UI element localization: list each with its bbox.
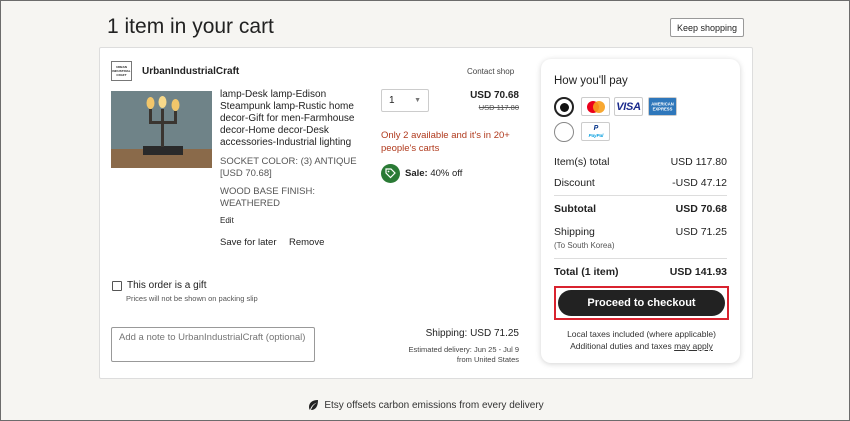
tax-note: Local taxes included (where applicable) … bbox=[542, 328, 741, 352]
shipping-label: Shipping bbox=[554, 226, 595, 238]
save-for-later-link[interactable]: Save for later bbox=[220, 237, 277, 248]
summary-divider bbox=[554, 195, 727, 196]
amex-line2: EXPRESS bbox=[653, 107, 673, 112]
carbon-note: Etsy offsets carbon emissions from every… bbox=[1, 399, 850, 411]
sale-value: 40% off bbox=[430, 168, 463, 179]
proceed-to-checkout-button[interactable]: Proceed to checkout bbox=[558, 290, 725, 316]
tax-line-2: Additional duties and taxes may apply bbox=[542, 340, 741, 352]
amex-icon: AMERICAN EXPRESS bbox=[648, 97, 677, 116]
gift-label[interactable]: This order is a gift bbox=[127, 280, 206, 291]
discount-row: Discount -USD 47.12 bbox=[554, 177, 727, 189]
note-to-seller-input[interactable] bbox=[111, 327, 315, 362]
total-label: Total (1 item) bbox=[554, 266, 619, 278]
mastercard-glyph bbox=[586, 100, 605, 113]
quantity-select[interactable]: 1 ▼ bbox=[381, 89, 429, 112]
sale-info: Sale: 40% off bbox=[405, 168, 462, 179]
item-price: USD 70.68 bbox=[470, 90, 519, 101]
paypal-payment-radio[interactable] bbox=[554, 122, 574, 142]
item-shipping-cost: Shipping: USD 71.25 bbox=[425, 328, 519, 339]
contact-shop-link[interactable]: Contact shop bbox=[467, 67, 514, 76]
tax-line-2-prefix: Additional duties and taxes bbox=[570, 341, 672, 351]
paypal-p: P bbox=[593, 125, 598, 132]
leaf-icon bbox=[309, 400, 319, 410]
summary-divider bbox=[554, 258, 727, 259]
tax-line-1: Local taxes included (where applicable) bbox=[567, 329, 716, 339]
shipping-destination: (To South Korea) bbox=[554, 241, 615, 250]
card-payment-radio[interactable] bbox=[554, 97, 574, 117]
radio-dot bbox=[559, 102, 569, 112]
edit-variant-link[interactable]: Edit bbox=[220, 216, 234, 225]
subtotal-label: Subtotal bbox=[554, 203, 596, 215]
item-original-price: USD 117.80 bbox=[478, 103, 519, 112]
remove-item-link[interactable]: Remove bbox=[289, 237, 324, 248]
amex-glyph: AMERICAN EXPRESS bbox=[649, 98, 676, 115]
paypal-glyph: P PayPal bbox=[588, 125, 604, 138]
tag-glyph bbox=[385, 168, 396, 179]
paypal-icon: P PayPal bbox=[581, 122, 610, 141]
subtotal-row: Subtotal USD 70.68 bbox=[554, 203, 727, 215]
payment-title: How you'll pay bbox=[554, 75, 628, 87]
discount-label: Discount bbox=[554, 177, 595, 189]
item-title[interactable]: lamp-Desk lamp-Edison Steampunk lamp-Rus… bbox=[220, 89, 366, 149]
sale-label: Sale: bbox=[405, 168, 428, 179]
product-image[interactable] bbox=[111, 91, 212, 168]
total-value: USD 141.93 bbox=[669, 266, 727, 278]
items-total-label: Item(s) total bbox=[554, 156, 610, 168]
items-total-value: USD 117.80 bbox=[670, 156, 727, 168]
subtotal-value: USD 70.68 bbox=[675, 203, 727, 215]
discount-value: -USD 47.12 bbox=[672, 177, 727, 189]
paypal-text: PayPal bbox=[588, 133, 604, 138]
chevron-down-icon: ▼ bbox=[414, 97, 421, 104]
checkout-highlight: Proceed to checkout bbox=[554, 286, 729, 320]
mastercard-icon bbox=[581, 97, 610, 116]
stock-warning: Only 2 available and it's in 20+ people'… bbox=[381, 130, 510, 154]
variant-wood-finish: WOOD BASE FINISH: WEATHERED bbox=[220, 186, 316, 209]
page-title: 1 item in your cart bbox=[107, 15, 274, 38]
shipping-value: USD 71.25 bbox=[675, 226, 727, 238]
variant-socket-color: SOCKET COLOR: (3) ANTIQUE [USD 70.68] bbox=[220, 156, 357, 179]
quantity-value: 1 bbox=[389, 95, 395, 106]
ships-from: from United States bbox=[456, 355, 519, 364]
visa-icon: VISA bbox=[614, 97, 643, 116]
gift-sublabel: Prices will not be shown on packing slip bbox=[126, 294, 258, 303]
may-apply-link[interactable]: may apply bbox=[674, 341, 713, 351]
shop-logo-line: CRAFT bbox=[116, 73, 127, 77]
tag-icon bbox=[381, 164, 400, 183]
shop-name-link[interactable]: UrbanIndustrialCraft bbox=[142, 66, 239, 77]
items-total-row: Item(s) total USD 117.80 bbox=[554, 156, 727, 168]
keep-shopping-button[interactable]: Keep shopping bbox=[670, 18, 744, 37]
gift-checkbox[interactable] bbox=[112, 281, 122, 291]
shipping-row: Shipping USD 71.25 bbox=[554, 226, 727, 238]
carbon-note-text: Etsy offsets carbon emissions from every… bbox=[324, 399, 544, 411]
shop-logo[interactable]: URBAN INDUSTRIAL CRAFT bbox=[111, 61, 132, 81]
total-row: Total (1 item) USD 141.93 bbox=[554, 266, 727, 278]
estimated-delivery: Estimated delivery: Jun 25 - Jul 9 from … bbox=[381, 345, 519, 365]
estimated-delivery-dates: Estimated delivery: Jun 25 - Jul 9 bbox=[408, 345, 519, 354]
lamp-photo bbox=[111, 91, 212, 168]
